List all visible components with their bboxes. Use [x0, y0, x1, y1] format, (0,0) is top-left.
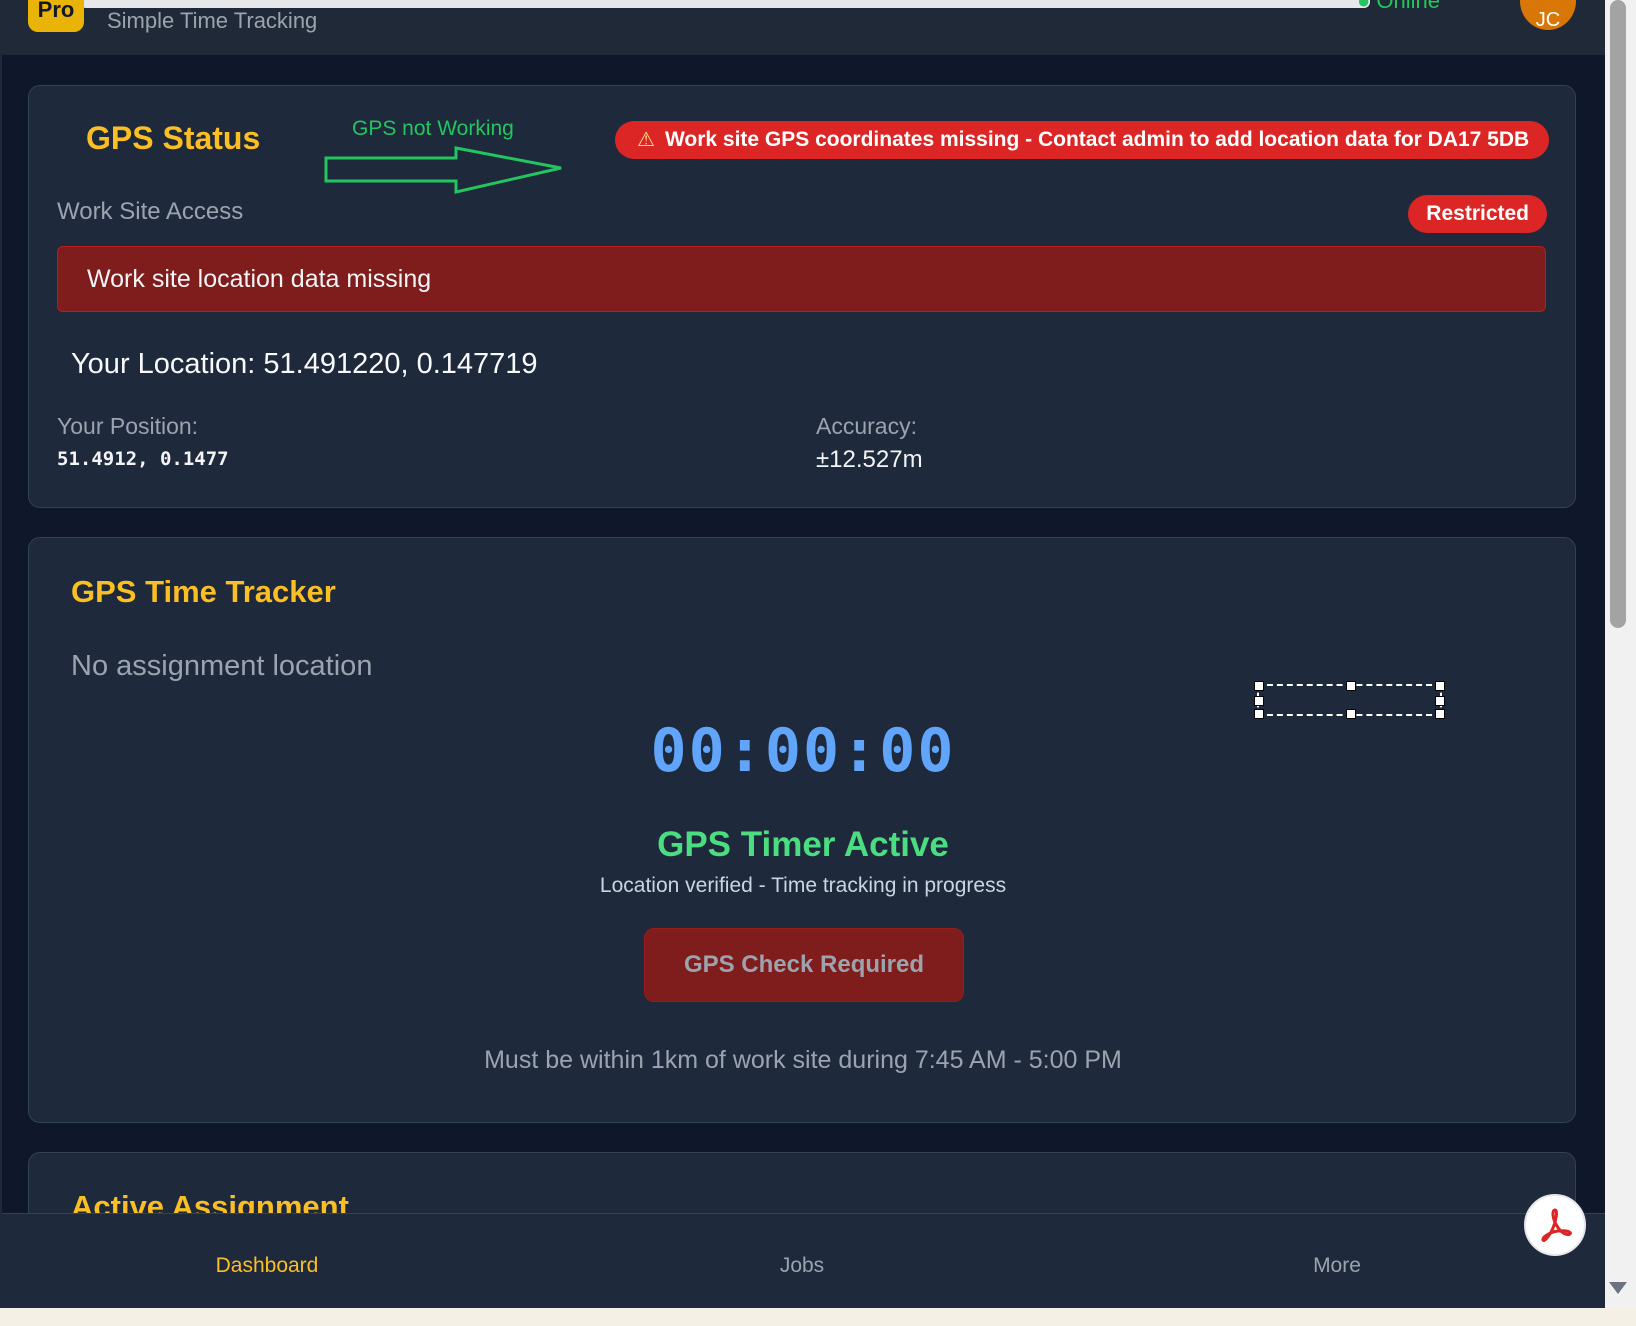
location-missing-banner: Work site location data missing: [57, 246, 1546, 312]
online-status: ● Online: [1357, 0, 1440, 13]
status-badge: Restricted: [1408, 195, 1547, 233]
geofence-rule-text: Must be within 1km of work site during 7…: [484, 1046, 1122, 1074]
scrollbar-thumb[interactable]: [1610, 0, 1626, 628]
timer-status-subtext: Location verified - Time tracking in pro…: [599, 874, 1007, 897]
scroll-down-arrow-icon[interactable]: [1609, 1282, 1627, 1294]
annotation-arrow-icon: [324, 146, 562, 194]
nav-more[interactable]: More: [1187, 1254, 1487, 1278]
no-assignment-text: No assignment location: [71, 650, 373, 682]
app-header: Pro Simple Time Tracking ● Online JC: [2, 0, 1605, 55]
gps-status-title: GPS Status: [86, 120, 261, 156]
scrollbar[interactable]: [1605, 0, 1636, 1308]
app-subtitle: Simple Time Tracking: [107, 8, 318, 33]
selection-box[interactable]: [1254, 681, 1445, 719]
avatar[interactable]: JC: [1520, 0, 1576, 31]
work-site-access-label: Work Site Access: [57, 198, 244, 225]
nav-jobs[interactable]: Jobs: [652, 1254, 952, 1278]
pdf-icon: [1541, 1208, 1572, 1242]
top-strip: [80, 0, 1370, 8]
warning-icon: ⚠: [637, 129, 655, 151]
nav-dashboard[interactable]: Dashboard: [117, 1254, 417, 1278]
logo-text: Pro: [37, 0, 75, 22]
position-value: 51.4912, 0.1477: [57, 448, 229, 470]
resize-handle[interactable]: [1254, 696, 1264, 706]
timer-status: GPS Timer Active: [657, 825, 949, 864]
your-location-text: Your Location: 51.491220, 0.147719: [71, 348, 538, 380]
tracker-title: GPS Time Tracker: [71, 574, 336, 609]
position-label: Your Position:: [57, 413, 199, 439]
resize-handle[interactable]: [1346, 681, 1356, 691]
resize-handle[interactable]: [1435, 681, 1445, 691]
accuracy-value: ±12.527m: [816, 446, 923, 473]
resize-handle[interactable]: [1254, 681, 1264, 691]
app-frame: Pro Simple Time Tracking ● Online JC GPS…: [0, 0, 1605, 1308]
gps-warning-text: Work site GPS coordinates missing - Cont…: [664, 128, 1530, 151]
window-bottom-strip: [0, 1308, 1636, 1326]
timer-display: 00:00:00: [650, 716, 956, 786]
gps-status-card: GPS Status GPS not Working ⚠ Work site GP…: [28, 85, 1576, 508]
accuracy-label: Accuracy:: [816, 413, 917, 439]
annotation-label: GPS not Working: [352, 117, 514, 140]
gps-time-tracker-card: GPS Time Tracker No assignment location …: [28, 537, 1576, 1123]
resize-handle[interactable]: [1435, 696, 1445, 706]
pdf-button[interactable]: [1524, 1194, 1586, 1256]
app-logo[interactable]: Pro: [28, 0, 84, 32]
gps-check-button[interactable]: GPS Check Required: [644, 928, 964, 1002]
gps-warning-pill: ⚠ Work site GPS coordinates missing - Con…: [615, 121, 1550, 159]
bottom-nav: Dashboard Jobs More: [2, 1213, 1605, 1308]
